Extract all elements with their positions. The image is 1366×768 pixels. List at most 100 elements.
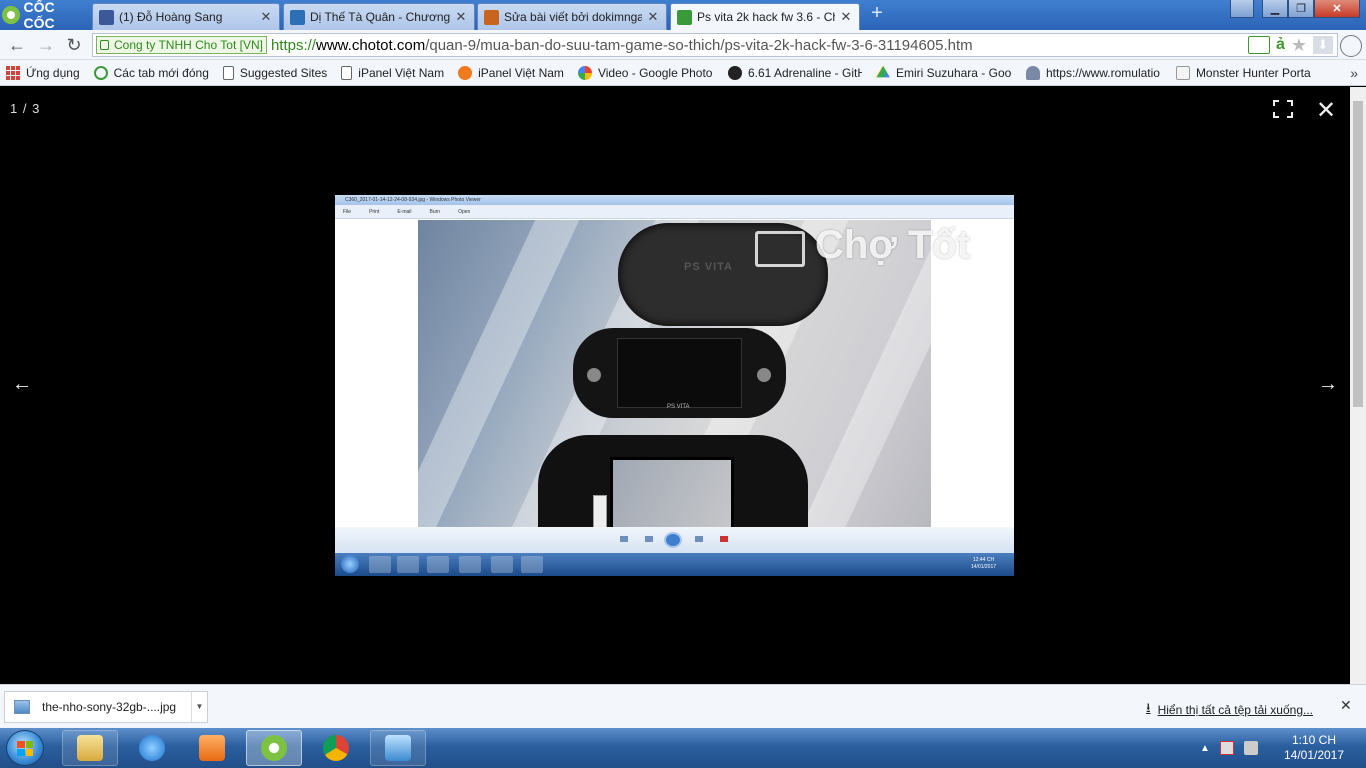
image-lightbox: 1 / 3 ✕ ← → C360_2017-01-14-12-24-08-934… xyxy=(0,87,1350,684)
next-arrow-icon[interactable]: → xyxy=(1318,373,1338,396)
silicone-cover xyxy=(538,435,808,527)
taskbar-clock[interactable]: 1:10 CH 14/01/2017 xyxy=(1274,733,1354,763)
tab-close-icon[interactable]: ✕ xyxy=(259,9,273,25)
shopping-cart-icon[interactable] xyxy=(1247,36,1270,54)
bookmarks-overflow-icon[interactable]: » xyxy=(1350,65,1358,81)
tab-sua-bai-viet[interactable]: Sửa bài viết bởi dokimnga ✕ xyxy=(477,3,667,30)
tray-expand-icon[interactable]: ▲ xyxy=(1200,743,1210,754)
download-file-name[interactable]: the-nho-sony-32gb-....jpg xyxy=(42,700,191,714)
console-screen xyxy=(617,338,742,408)
url-path: /quan-9/mua-ban-do-suu-tam-game-so-thich… xyxy=(425,36,973,54)
bookmark-star-icon[interactable]: ★ xyxy=(1291,35,1307,56)
bookmark-romulation[interactable]: https://www.romulatio xyxy=(1025,65,1162,80)
browser-toolbar: ← → ↻ Cong ty TNHH Cho Tot [VN] https://… xyxy=(0,30,1366,60)
taskbar-chrome[interactable] xyxy=(308,730,364,766)
bookmark-monster-hunter[interactable]: Monster Hunter Porta xyxy=(1175,65,1312,80)
ipanel-icon xyxy=(458,65,473,80)
bookmark-google-drive[interactable]: Emiri Suzuhara - Goog xyxy=(875,65,1012,80)
download-arrow-icon: ⭳ xyxy=(1146,700,1151,715)
fullscreen-icon[interactable] xyxy=(1273,100,1293,118)
download-item[interactable]: the-nho-sony-32gb-....jpg ▼ xyxy=(4,691,208,723)
translate-icon[interactable]: ả xyxy=(1276,36,1285,54)
taskbar-explorer[interactable] xyxy=(62,730,118,766)
clock-time: 1:10 CH xyxy=(1291,733,1337,747)
tab-label: Ps vita 2k hack fw 3.6 - Ch xyxy=(697,10,835,24)
url-text[interactable]: https://www.chotot.com/quan-9/mua-ban-do… xyxy=(271,37,1248,54)
tab-close-icon[interactable]: ✕ xyxy=(454,9,468,25)
apps-icon xyxy=(6,65,20,80)
bookmark-recent-tabs[interactable]: Các tab mới đóng xyxy=(93,65,209,80)
user-profile-button[interactable] xyxy=(1230,0,1254,18)
start-button[interactable] xyxy=(6,730,44,766)
brand-label: CỐC CỐC xyxy=(23,0,55,31)
address-bar[interactable]: Cong ty TNHH Cho Tot [VN] https://www.ch… xyxy=(92,33,1338,57)
show-all-downloads-link[interactable]: ⭳ Hiển thị tất cả tệp tải xuống... xyxy=(1146,699,1313,721)
windows-taskbar: ▲ 1:10 CH 14/01/2017 xyxy=(0,728,1366,768)
bookmark-label: iPanel Việt Nam xyxy=(478,65,564,80)
coccoc-menu-button[interactable]: CỐC CỐC xyxy=(2,0,88,31)
inner-clock: 12:44 CH 14/01/2017 xyxy=(971,557,996,571)
bookmark-ipanel-1[interactable]: iPanel Việt Nam xyxy=(341,65,444,80)
volume-icon[interactable] xyxy=(1243,741,1258,755)
tab-facebook[interactable]: (1) Đỗ Hoàng Sang ✕ xyxy=(92,3,280,30)
image-counter: 1 / 3 xyxy=(10,101,41,116)
memory-card-stick xyxy=(593,495,607,527)
bookmark-label: Các tab mới đóng xyxy=(113,65,209,80)
photo-viewer-menu: File Print E-mail Burn Open xyxy=(335,205,1014,219)
scrollbar-thumb[interactable] xyxy=(1353,101,1363,407)
window-close-button[interactable]: ✕ xyxy=(1314,0,1360,18)
lock-icon xyxy=(100,40,109,50)
bookmark-google-photos[interactable]: Video - Google Photo xyxy=(577,65,714,80)
romulation-icon xyxy=(1025,65,1040,80)
menu-print: Print xyxy=(369,208,380,215)
page-scrollbar[interactable] xyxy=(1350,87,1366,684)
system-tray: ▲ xyxy=(1200,728,1258,768)
back-arrow-icon[interactable]: ← xyxy=(6,34,28,56)
bookmark-apps[interactable]: Ứng dụng xyxy=(6,65,80,80)
reload-icon[interactable]: ↻ xyxy=(63,34,85,56)
bookmark-label: Emiri Suzuhara - Goog xyxy=(895,65,1012,80)
clock-date: 14/01/2017 xyxy=(1283,748,1345,762)
maximize-button[interactable]: ❐ xyxy=(1288,0,1314,18)
close-download-bar-icon[interactable]: ✕ xyxy=(1340,697,1352,714)
chrome-icon xyxy=(323,735,349,761)
menu-burn: Burn xyxy=(429,208,441,215)
show-all-label: Hiển thị tất cả tệp tải xuống... xyxy=(1157,703,1313,717)
listing-photo: C360_2017-01-14-12-24-08-934.jpg - Windo… xyxy=(335,195,1014,576)
minimize-button[interactable]: ▁ xyxy=(1262,0,1288,18)
download-bar: the-nho-sony-32gb-....jpg ▼ ⭳ Hiển thị t… xyxy=(0,684,1366,728)
ps-vita-console: PS VITA xyxy=(573,328,786,418)
taskbar-photo-viewer[interactable] xyxy=(370,730,426,766)
close-icon[interactable]: ✕ xyxy=(1316,96,1336,125)
browser-menu-icon[interactable] xyxy=(1340,35,1362,57)
folder-icon xyxy=(77,735,103,761)
ev-certificate-badge[interactable]: Cong ty TNHH Cho Tot [VN] xyxy=(96,36,267,54)
tab-di-the-ta-quan[interactable]: Dị Thế Tà Quân - Chương ✕ xyxy=(283,3,475,30)
bookmark-suggested-sites[interactable]: Suggested Sites xyxy=(222,65,327,80)
download-icon[interactable]: ⬇ xyxy=(1313,36,1333,54)
coccoc-icon xyxy=(261,735,287,761)
photo-inner-taskbar: 12:44 CH 14/01/2017 xyxy=(335,553,1014,576)
forward-arrow-icon[interactable]: → xyxy=(35,34,57,56)
tab-close-icon[interactable]: ✕ xyxy=(839,9,853,25)
tab-label: Dị Thế Tà Quân - Chương xyxy=(310,10,450,24)
network-icon[interactable] xyxy=(1219,741,1234,755)
coccoc-logo-icon xyxy=(2,6,20,24)
tab-close-icon[interactable]: ✕ xyxy=(646,9,660,25)
ev-label: Cong ty TNHH Cho Tot [VN] xyxy=(114,38,263,52)
prev-arrow-icon[interactable]: ← xyxy=(12,373,32,396)
menu-email: E-mail xyxy=(397,208,412,215)
photo-viewer-controls xyxy=(335,527,1014,553)
taskbar-coccoc[interactable] xyxy=(246,730,302,766)
taskbar-internet-explorer[interactable] xyxy=(124,730,180,766)
taskbar-media-player[interactable] xyxy=(184,730,240,766)
url-host: www.chotot.com xyxy=(315,36,426,54)
bookmark-github[interactable]: 6.61 Adrenaline - GitH xyxy=(727,65,862,80)
bookmark-label: 6.61 Adrenaline - GitH xyxy=(747,65,862,80)
tab-label: (1) Đỗ Hoàng Sang xyxy=(119,10,223,24)
page-icon xyxy=(222,65,234,80)
tab-ps-vita-active[interactable]: Ps vita 2k hack fw 3.6 - Ch ✕ xyxy=(670,3,860,30)
bookmark-ipanel-2[interactable]: iPanel Việt Nam xyxy=(458,65,564,80)
chevron-down-icon[interactable]: ▼ xyxy=(191,692,207,722)
new-tab-button[interactable]: + xyxy=(866,3,888,24)
